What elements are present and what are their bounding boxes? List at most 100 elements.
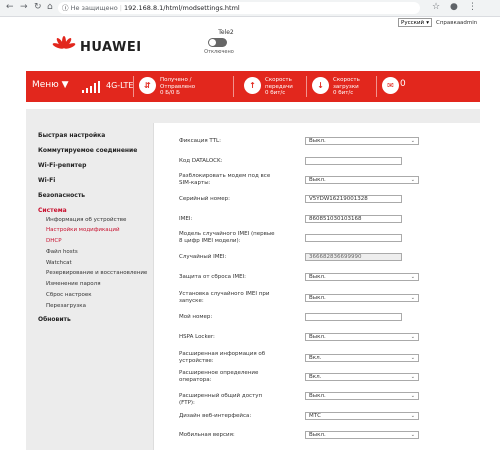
sidebar-item-wifi-repeater[interactable]: Wi-Fi-репитер: [38, 162, 86, 169]
network-type: 4G-LTE: [106, 81, 134, 90]
more-menu-icon[interactable]: ⋮: [468, 2, 477, 12]
brand-name: HUAWEI: [80, 40, 142, 55]
ext-operator-label: Расширенное определение оператора:: [179, 370, 259, 383]
ext-operator-select[interactable]: Вкл. ⌄: [305, 373, 419, 381]
upload-value: 0 бит/с: [265, 90, 286, 96]
upload-label: Скорость: [265, 77, 292, 83]
sidebar-item-dialup[interactable]: Коммутируемое соединение: [38, 147, 137, 154]
connection-toggle[interactable]: [208, 38, 227, 47]
sidebar-item-wifi[interactable]: Wi-Fi: [38, 177, 55, 184]
chevron-down-icon: ⌄: [410, 177, 415, 183]
chevron-down-icon: ⌄: [410, 432, 415, 438]
sidebar-sub-mod-settings[interactable]: Настройки модификаций: [46, 227, 120, 233]
theme-label: Дизайн веб-интерфейса:: [179, 413, 252, 419]
sidebar-item-update[interactable]: Обновить: [38, 316, 71, 323]
mobile-value: Выкл.: [309, 432, 326, 438]
hspa-select[interactable]: Выкл. ⌄: [305, 333, 419, 341]
random-imei-input: 366682836699990: [305, 253, 402, 261]
sidebar-sub-dhcp[interactable]: DHCP: [46, 238, 62, 244]
back-icon[interactable]: ←: [6, 2, 14, 12]
content-area: Быстрая настройка Коммутируемое соединен…: [26, 109, 481, 450]
traffic-icon: ⇵: [139, 77, 156, 94]
upload-stats: Скорость передачи 0 бит/с: [265, 77, 293, 97]
url-text[interactable]: 192.168.8.1/html/modsettings.html: [124, 4, 240, 12]
operator-name: Tele2: [218, 29, 234, 36]
serial-input[interactable]: V5YDW16219001328: [305, 195, 402, 203]
ext-info-select[interactable]: Вкл. ⌄: [305, 354, 419, 362]
random-imei-start-label: Установка случайного IMEI при запуске:: [179, 291, 270, 304]
connection-status: Отключено: [204, 49, 234, 55]
hspa-value: Выкл.: [309, 334, 326, 340]
upload-arrow-icon: ↑: [244, 77, 261, 94]
sidebar-sub-hosts[interactable]: Файл hosts: [46, 249, 78, 255]
sidebar-item-quick-setup[interactable]: Быстрая настройка: [38, 132, 105, 139]
random-imei-start-select[interactable]: Выкл. ⌄: [305, 294, 419, 302]
ttl-value: Выкл.: [309, 138, 326, 144]
huawei-logo-icon: [52, 36, 76, 49]
imei-protect-select[interactable]: Выкл. ⌄: [305, 273, 419, 281]
chevron-down-icon: ⌄: [410, 413, 415, 419]
divider: [306, 76, 307, 97]
traffic-value: 0 Б/0 Б: [160, 90, 180, 96]
security-label[interactable]: Не защищено: [71, 4, 118, 12]
datalock-label: Код DATALOCK:: [179, 158, 223, 164]
address-bar[interactable]: ⓘ Не защищено | 192.168.8.1/html/modsett…: [58, 2, 420, 14]
sidebar-sub-device-info[interactable]: Информация об устройстве: [46, 217, 126, 223]
datalock-input[interactable]: [305, 157, 402, 165]
theme-select[interactable]: МТС ⌄: [305, 412, 419, 420]
divider: [376, 76, 377, 97]
random-imei-label: Случайный IMEI:: [179, 254, 227, 260]
profile-icon[interactable]: ●: [450, 2, 458, 12]
home-icon[interactable]: ⌂: [47, 2, 53, 12]
traffic-stats: Получено / Отправлено 0 Б/0 Б: [160, 77, 195, 97]
messages-count: 0: [400, 79, 406, 89]
menu-label: Меню: [32, 80, 59, 90]
sidebar-item-system[interactable]: Система: [38, 207, 67, 214]
sidebar-sub-watchcat[interactable]: Watchcat: [46, 260, 72, 266]
imei-input[interactable]: 860851030103168: [305, 215, 402, 223]
sidebar-sub-reset[interactable]: Сброс настроек: [46, 292, 92, 298]
chevron-down-icon: ⌄: [410, 334, 415, 340]
menu-button[interactable]: Меню ▼: [32, 80, 69, 90]
envelope-icon[interactable]: ✉: [382, 77, 399, 94]
chevron-down-icon: ▾: [426, 20, 429, 26]
browser-toolbar: ← → ↻ ⌂ ⓘ Не защищено | 192.168.8.1/html…: [0, 0, 500, 17]
divider: [233, 76, 234, 97]
help-link[interactable]: Справка: [436, 18, 460, 28]
sidebar-sub-reboot[interactable]: Перезагрузка: [46, 303, 86, 309]
ext-info-label: Расширенная информация об устройстве:: [179, 351, 266, 364]
toggle-knob: [209, 39, 216, 46]
chevron-down-icon: ⌄: [410, 374, 415, 380]
ftp-select[interactable]: Выкл. ⌄: [305, 392, 419, 400]
info-icon[interactable]: ⓘ: [62, 4, 69, 12]
phone-input[interactable]: [305, 313, 402, 321]
chevron-down-icon: ⌄: [410, 295, 415, 301]
reload-icon[interactable]: ↻: [34, 2, 42, 12]
received-label: Получено /: [160, 77, 192, 83]
sidebar-item-security[interactable]: Безопасность: [38, 192, 85, 199]
phone-label: Мой номер:: [179, 314, 213, 320]
serial-label: Серийный номер:: [179, 196, 230, 202]
imei-label: IMEI:: [179, 216, 193, 222]
forward-icon[interactable]: →: [20, 2, 28, 12]
chevron-down-icon: ⌄: [410, 355, 415, 361]
chevron-down-icon: ⌄: [410, 138, 415, 144]
ttl-label: Фиксация TTL:: [179, 138, 221, 144]
download-label: Скорость: [333, 77, 360, 83]
random-model-input[interactable]: [305, 234, 402, 242]
signal-icon: [82, 81, 100, 93]
download-value: 0 бит/с: [333, 90, 354, 96]
ttl-select[interactable]: Выкл. ⌄: [305, 137, 419, 145]
admin-link[interactable]: admin: [460, 18, 477, 28]
download-stats: Скорость загрузки 0 бит/с: [333, 77, 360, 97]
random-model-label: Модель случайного IMEI (первые 8 цифр IM…: [179, 231, 275, 244]
sidebar-sub-backup[interactable]: Резервирование и восстановление: [46, 270, 147, 276]
mobile-select[interactable]: Выкл. ⌄: [305, 431, 419, 439]
chevron-down-icon: ⌄: [410, 274, 415, 280]
language-select[interactable]: Русский ▾: [398, 18, 432, 27]
random-imei-start-value: Выкл.: [309, 295, 326, 301]
bookmark-star-icon[interactable]: ☆: [432, 2, 440, 12]
chevron-down-icon: ⌄: [410, 393, 415, 399]
sidebar-sub-password[interactable]: Изменение пароля: [46, 281, 101, 287]
simlock-select[interactable]: Выкл. ⌄: [305, 176, 419, 184]
